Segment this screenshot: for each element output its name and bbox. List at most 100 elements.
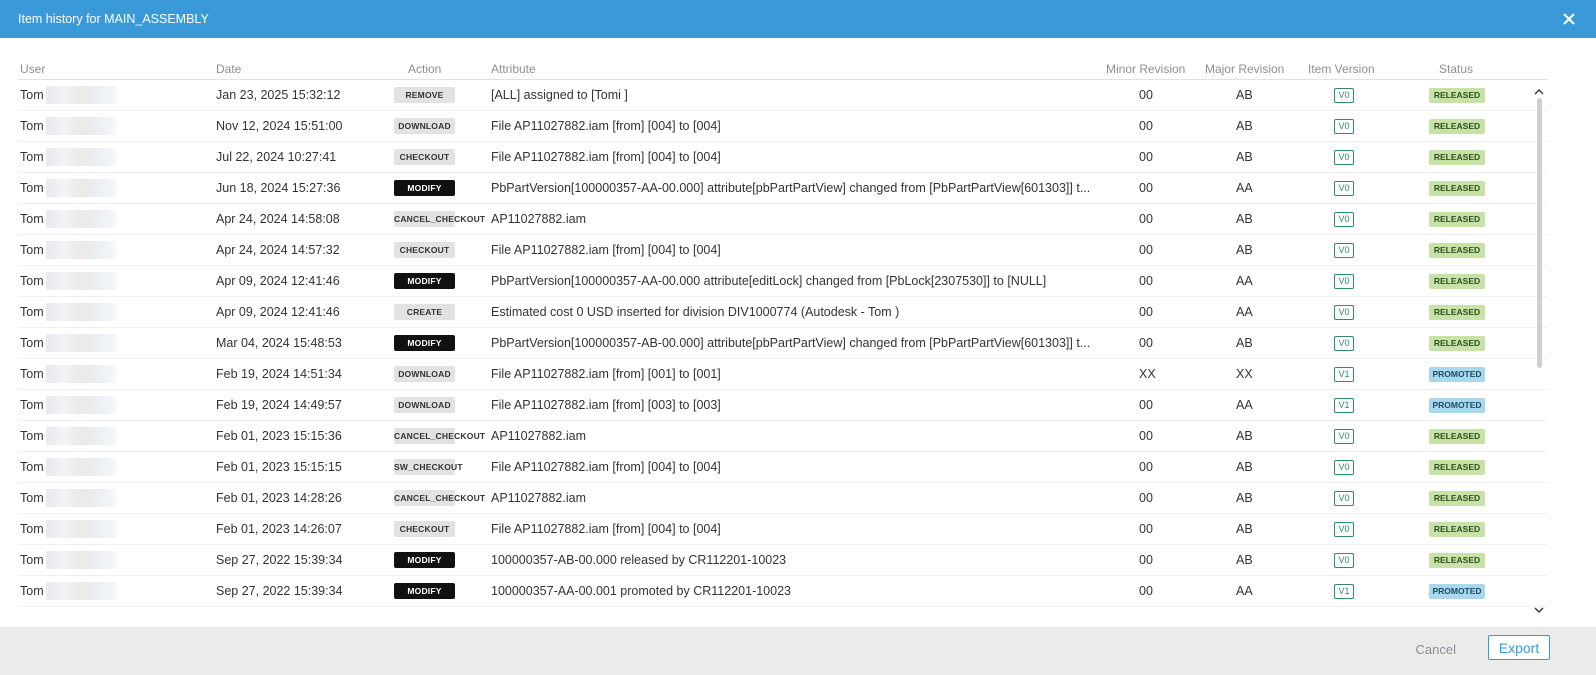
action-cell: MODIFY bbox=[394, 180, 455, 196]
table-row[interactable]: Tom Apr 24, 2024 14:57:32 CHECKOUT File AP1… bbox=[18, 235, 1548, 266]
action-cell: DOWNLOAD bbox=[394, 366, 455, 382]
action-cell: CANCEL_CHECKOUT bbox=[394, 490, 485, 506]
table-row[interactable]: Tom Sep 27, 2022 15:39:34 MODIFY 100000357-… bbox=[18, 576, 1548, 607]
table-row[interactable]: Tom Sep 27, 2022 15:39:34 MODIFY 100000357-… bbox=[18, 545, 1548, 576]
status-badge: PROMOTED bbox=[1429, 398, 1485, 413]
table-row[interactable]: Tom Feb 01, 2023 15:15:15 SW_CHECKOUT File … bbox=[18, 452, 1548, 483]
item-version-cell: V0 bbox=[1334, 87, 1354, 103]
status-badge: RELEASED bbox=[1429, 553, 1485, 568]
table-row[interactable]: Tom Nov 12, 2024 15:51:00 DOWNLOAD File AP1… bbox=[18, 111, 1548, 142]
status-badge: RELEASED bbox=[1429, 491, 1485, 506]
item-version-cell: V0 bbox=[1334, 428, 1354, 444]
status-cell: RELEASED bbox=[1429, 118, 1485, 134]
table-row[interactable]: Tom Apr 24, 2024 14:58:08 CANCEL_CHECKOUT A… bbox=[18, 204, 1548, 235]
action-cell: DOWNLOAD bbox=[394, 118, 455, 134]
date-cell: Apr 09, 2024 12:41:46 bbox=[216, 305, 340, 319]
table-row[interactable]: Tom Feb 01, 2023 14:26:07 CHECKOUT File AP1… bbox=[18, 514, 1548, 545]
status-badge: PROMOTED bbox=[1429, 367, 1485, 382]
action-badge: REMOVE bbox=[394, 87, 455, 103]
user-name: Tom bbox=[20, 212, 44, 226]
redacted-user-surname bbox=[46, 272, 116, 290]
redacted-user-surname bbox=[46, 303, 116, 321]
major-revision-cell: AA bbox=[1236, 305, 1253, 319]
action-cell: DOWNLOAD bbox=[394, 397, 455, 413]
minor-revision-cell: 00 bbox=[1139, 274, 1153, 288]
major-revision-cell: AA bbox=[1236, 398, 1253, 412]
status-badge: RELEASED bbox=[1429, 460, 1485, 475]
date-cell: Jul 22, 2024 10:27:41 bbox=[216, 150, 337, 164]
status-cell: RELEASED bbox=[1429, 304, 1485, 320]
column-header-minor-revision[interactable]: Minor Revision bbox=[1106, 62, 1185, 76]
item-version-cell: V0 bbox=[1334, 180, 1354, 196]
action-badge: DOWNLOAD bbox=[394, 366, 455, 382]
close-icon[interactable] bbox=[1560, 10, 1578, 28]
version-badge: V0 bbox=[1334, 243, 1354, 258]
user-name: Tom bbox=[20, 181, 44, 195]
history-table-header: User Date Action Attribute Minor Revisio… bbox=[18, 58, 1548, 80]
attribute-cell: AP11027882.iam bbox=[491, 429, 586, 443]
column-header-action[interactable]: Action bbox=[408, 62, 441, 76]
minor-revision-cell: 00 bbox=[1139, 305, 1153, 319]
user-name: Tom bbox=[20, 336, 44, 350]
attribute-cell: File AP11027882.iam [from] [004] to [004… bbox=[491, 119, 721, 133]
table-row[interactable]: Tom Feb 19, 2024 14:51:34 DOWNLOAD File AP1… bbox=[18, 359, 1548, 390]
status-cell: RELEASED bbox=[1429, 273, 1485, 289]
item-version-cell: V0 bbox=[1334, 211, 1354, 227]
action-badge: DOWNLOAD bbox=[394, 397, 455, 413]
minor-revision-cell: XX bbox=[1139, 367, 1156, 381]
user-name: Tom bbox=[20, 584, 44, 598]
table-row[interactable]: Tom Feb 01, 2023 15:15:36 CANCEL_CHECKOUT A… bbox=[18, 421, 1548, 452]
table-row[interactable]: Tom Feb 19, 2024 14:49:57 DOWNLOAD File AP1… bbox=[18, 390, 1548, 421]
action-cell: MODIFY bbox=[394, 335, 455, 351]
version-badge: V1 bbox=[1334, 367, 1354, 382]
status-badge: RELEASED bbox=[1429, 150, 1485, 165]
minor-revision-cell: 00 bbox=[1139, 212, 1153, 226]
column-header-item-version[interactable]: Item Version bbox=[1308, 62, 1375, 76]
chevron-up-icon[interactable] bbox=[1534, 84, 1544, 95]
table-row[interactable]: Tom Mar 04, 2024 15:48:53 MODIFY PbPartVers… bbox=[18, 328, 1548, 359]
column-header-date[interactable]: Date bbox=[216, 62, 241, 76]
version-badge: V0 bbox=[1334, 119, 1354, 134]
item-version-cell: V0 bbox=[1334, 490, 1354, 506]
action-cell: CREATE bbox=[394, 304, 455, 320]
item-version-cell: V0 bbox=[1334, 521, 1354, 537]
dialog-footer: Cancel Export bbox=[0, 627, 1596, 675]
user-name: Tom bbox=[20, 429, 44, 443]
item-version-cell: V0 bbox=[1334, 335, 1354, 351]
attribute-cell: File AP11027882.iam [from] [003] to [003… bbox=[491, 398, 721, 412]
status-badge: RELEASED bbox=[1429, 119, 1485, 134]
export-button[interactable]: Export bbox=[1488, 635, 1550, 660]
user-name: Tom bbox=[20, 119, 44, 133]
history-table-body: Tom Jan 23, 2025 15:32:12 REMOVE [ALL] assi… bbox=[18, 80, 1548, 616]
status-badge: PROMOTED bbox=[1429, 584, 1485, 599]
item-version-cell: V0 bbox=[1334, 118, 1354, 134]
attribute-cell: File AP11027882.iam [from] [004] to [004… bbox=[491, 150, 721, 164]
user-name: Tom bbox=[20, 398, 44, 412]
scrollbar-thumb[interactable] bbox=[1537, 98, 1542, 368]
cancel-button[interactable]: Cancel bbox=[1416, 642, 1456, 657]
user-name: Tom bbox=[20, 522, 44, 536]
table-row[interactable]: Tom Jan 23, 2025 15:32:12 REMOVE [ALL] assi… bbox=[18, 80, 1548, 111]
status-cell: RELEASED bbox=[1429, 428, 1485, 444]
minor-revision-cell: 00 bbox=[1139, 584, 1153, 598]
attribute-cell: AP11027882.iam bbox=[491, 491, 586, 505]
column-header-major-revision[interactable]: Major Revision bbox=[1205, 62, 1284, 76]
table-row[interactable]: Tom Feb 01, 2023 14:28:26 CANCEL_CHECKOUT A… bbox=[18, 483, 1548, 514]
redacted-user-surname bbox=[46, 241, 116, 259]
table-row[interactable]: Tom Jun 18, 2024 15:27:36 MODIFY PbPartVers… bbox=[18, 173, 1548, 204]
table-row[interactable]: Tom Apr 09, 2024 12:41:46 MODIFY PbPartVers… bbox=[18, 266, 1548, 297]
chevron-down-icon[interactable] bbox=[1534, 602, 1544, 613]
action-cell: CHECKOUT bbox=[394, 521, 455, 537]
column-header-status[interactable]: Status bbox=[1439, 62, 1473, 76]
table-row[interactable]: Tom Jul 22, 2024 10:27:41 CHECKOUT File AP1… bbox=[18, 142, 1548, 173]
version-badge: V0 bbox=[1334, 522, 1354, 537]
column-header-attribute[interactable]: Attribute bbox=[491, 62, 536, 76]
item-version-cell: V0 bbox=[1334, 552, 1354, 568]
column-header-user[interactable]: User bbox=[20, 62, 45, 76]
version-badge: V1 bbox=[1334, 584, 1354, 599]
user-name: Tom bbox=[20, 305, 44, 319]
status-badge: RELEASED bbox=[1429, 305, 1485, 320]
vertical-scrollbar[interactable] bbox=[1532, 80, 1546, 616]
status-cell: PROMOTED bbox=[1429, 583, 1485, 599]
table-row[interactable]: Tom Apr 09, 2024 12:41:46 CREATE Estimated … bbox=[18, 297, 1548, 328]
